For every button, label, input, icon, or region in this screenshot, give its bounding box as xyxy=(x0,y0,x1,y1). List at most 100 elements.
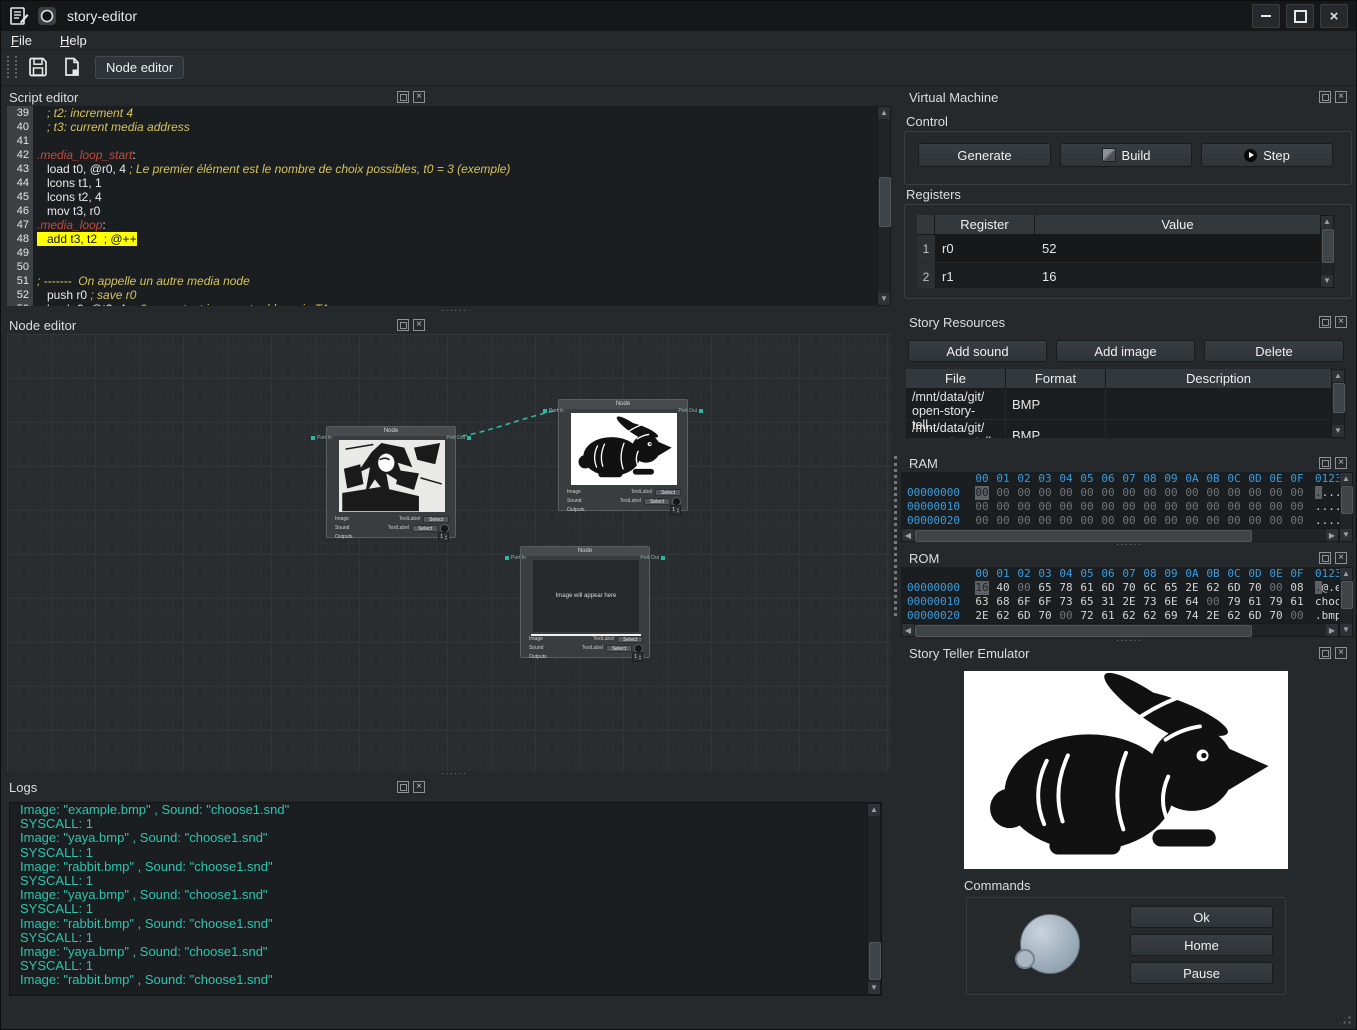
ram-vscrollbar[interactable]: ▲ ▼ xyxy=(1339,472,1353,542)
minimize-button[interactable] xyxy=(1252,4,1280,28)
hex-byte-cell[interactable]: 00 xyxy=(1101,486,1115,500)
rom-vscrollbar[interactable]: ▲ ▼ xyxy=(1339,567,1353,637)
hex-byte-cell[interactable]: 00 xyxy=(1269,486,1283,500)
hex-byte-cell[interactable]: 00 xyxy=(1080,514,1094,528)
scroll-up-icon[interactable]: ▲ xyxy=(1332,370,1344,382)
registers-table[interactable]: RegisterValue1r0522r116 xyxy=(917,215,1320,288)
hex-byte-cell[interactable]: 00 xyxy=(1080,486,1094,500)
hex-byte-cell[interactable]: 00 xyxy=(1227,486,1241,500)
hex-byte-cell[interactable]: 68 xyxy=(996,595,1010,609)
hex-byte-cell[interactable]: 69 xyxy=(1164,609,1178,623)
hex-byte-cell[interactable]: 00 xyxy=(1080,500,1094,514)
image-select-button[interactable]: Select xyxy=(423,516,449,523)
build-button[interactable]: Build xyxy=(1060,143,1192,167)
float-dock-icon[interactable] xyxy=(397,319,409,331)
hex-byte-cell[interactable]: 08 xyxy=(1290,581,1304,595)
hex-byte-cell[interactable]: 63 xyxy=(975,595,989,609)
hex-byte-cell[interactable]: 00 xyxy=(1059,514,1073,528)
port-in-dot[interactable] xyxy=(543,409,547,413)
close-dock-icon[interactable]: × xyxy=(1335,316,1347,328)
ram-hex-view[interactable]: 000102030405060708090A0B0C0D0E0F01234567… xyxy=(901,472,1339,528)
column-header-description[interactable]: Description xyxy=(1106,369,1331,388)
register-value-cell[interactable]: 16 xyxy=(1036,263,1320,288)
scroll-down-icon[interactable]: ▼ xyxy=(868,982,880,994)
hex-byte-cell[interactable]: 00 xyxy=(996,486,1010,500)
outputs-spinbox[interactable]: 1▴▾ xyxy=(670,505,681,515)
column-header-value[interactable]: Value xyxy=(1035,215,1320,234)
close-dock-icon[interactable]: × xyxy=(413,319,425,331)
hex-byte-cell[interactable]: 61 xyxy=(1080,581,1094,595)
hex-byte-cell[interactable]: 00 xyxy=(1185,486,1199,500)
hex-byte-cell[interactable]: 2E xyxy=(1206,609,1220,623)
splitter-handle[interactable]: ······ xyxy=(1116,542,1142,548)
hex-byte-cell[interactable]: 00 xyxy=(1248,514,1262,528)
close-dock-icon[interactable]: × xyxy=(1335,91,1347,103)
scroll-down-icon[interactable]: ▼ xyxy=(1340,624,1352,636)
port-in[interactable]: Port In xyxy=(543,408,564,414)
port-in[interactable]: Port In xyxy=(505,555,526,561)
scroll-up-icon[interactable]: ▲ xyxy=(1321,216,1333,228)
hex-byte-cell[interactable]: 70 xyxy=(1248,581,1262,595)
scroll-up-icon[interactable]: ▲ xyxy=(868,804,880,816)
splitter-handle[interactable]: ······ xyxy=(1116,638,1142,644)
sound-select-button[interactable]: Select xyxy=(644,498,670,505)
column-splitter-handle[interactable] xyxy=(894,456,897,616)
hex-byte-cell[interactable]: 00 xyxy=(996,500,1010,514)
image-select-button[interactable]: Select xyxy=(655,489,681,496)
pause-button[interactable]: Pause xyxy=(1130,962,1273,984)
media-node[interactable]: NodePort InPort OutImage will appear her… xyxy=(520,546,650,658)
hex-byte-cell[interactable]: 61 xyxy=(1101,609,1115,623)
column-header[interactable] xyxy=(917,215,935,234)
rom-hex-view[interactable]: 000102030405060708090A0B0C0D0E0F01234567… xyxy=(901,567,1339,623)
hex-byte-cell[interactable]: 00 xyxy=(1269,581,1283,595)
scroll-left-icon[interactable]: ◀ xyxy=(902,529,914,541)
hex-byte-cell[interactable]: 00 xyxy=(975,500,989,514)
hex-byte-cell[interactable]: 00 xyxy=(1206,514,1220,528)
float-dock-icon[interactable] xyxy=(1319,457,1331,469)
resources-table[interactable]: FileFormatDescription/mnt/data/git/open-… xyxy=(906,369,1331,438)
splitter-handle[interactable]: ······ xyxy=(441,771,467,777)
hex-byte-cell[interactable]: 2E xyxy=(1185,581,1199,595)
hex-byte-cell[interactable]: 6D xyxy=(1248,609,1262,623)
media-node[interactable]: NodePort InPort OutImageTextLabelSelectS… xyxy=(326,426,456,538)
hex-byte-cell[interactable]: 00 xyxy=(975,486,989,500)
hex-byte-cell[interactable]: 2E xyxy=(975,609,989,623)
float-dock-icon[interactable] xyxy=(1319,552,1331,564)
hex-byte-cell[interactable]: 00 xyxy=(1185,500,1199,514)
node-editor-toolbar-button[interactable]: Node editor xyxy=(95,56,184,79)
hex-byte-cell[interactable]: 00 xyxy=(1101,514,1115,528)
node-editor-canvas[interactable]: NodePort InPort OutImageTextLabelSelectS… xyxy=(7,334,891,771)
port-out-dot[interactable] xyxy=(661,556,665,560)
hex-byte-cell[interactable]: 74 xyxy=(1185,609,1199,623)
hex-byte-cell[interactable]: 65 xyxy=(1038,581,1052,595)
hex-byte-cell[interactable]: 00 xyxy=(1059,486,1073,500)
save-button[interactable] xyxy=(25,54,51,80)
hex-byte-cell[interactable]: 79 xyxy=(1227,595,1241,609)
title-bar[interactable]: story-editor × xyxy=(1,1,1356,31)
hex-byte-cell[interactable]: 00 xyxy=(1164,486,1178,500)
hex-byte-cell[interactable]: 00 xyxy=(1101,500,1115,514)
hex-byte-cell[interactable]: 62 xyxy=(1143,609,1157,623)
hex-byte-cell[interactable]: 00 xyxy=(1017,514,1031,528)
hex-byte-cell[interactable]: 79 xyxy=(1269,595,1283,609)
close-dock-icon[interactable]: × xyxy=(413,91,425,103)
hex-byte-cell[interactable]: 6F xyxy=(1038,595,1052,609)
resources-vscrollbar[interactable]: ▲ ▼ xyxy=(1331,369,1345,438)
float-dock-icon[interactable] xyxy=(397,781,409,793)
float-dock-icon[interactable] xyxy=(1319,316,1331,328)
hex-byte-cell[interactable]: 00 xyxy=(1059,500,1073,514)
close-dock-icon[interactable]: × xyxy=(1335,457,1347,469)
hex-byte-cell[interactable]: 16 xyxy=(975,581,989,595)
close-button[interactable]: × xyxy=(1320,4,1348,28)
scroll-up-icon[interactable]: ▲ xyxy=(1340,473,1352,485)
delete-button[interactable]: Delete xyxy=(1204,340,1344,362)
add-image-button[interactable]: Add image xyxy=(1056,340,1195,362)
hex-byte-cell[interactable]: 00 xyxy=(1122,486,1136,500)
hex-byte-cell[interactable]: 00 xyxy=(1248,486,1262,500)
logs-output[interactable]: Image: "example.bmp" , Sound: "choose1.s… xyxy=(9,802,882,996)
hex-byte-cell[interactable]: 00 xyxy=(1038,514,1052,528)
hex-byte-cell[interactable]: 00 xyxy=(1290,514,1304,528)
registers-vscrollbar[interactable]: ▲ ▼ xyxy=(1320,215,1334,288)
outputs-spinbox[interactable]: 1▴▾ xyxy=(438,532,449,542)
hex-byte-cell[interactable]: 73 xyxy=(1143,595,1157,609)
